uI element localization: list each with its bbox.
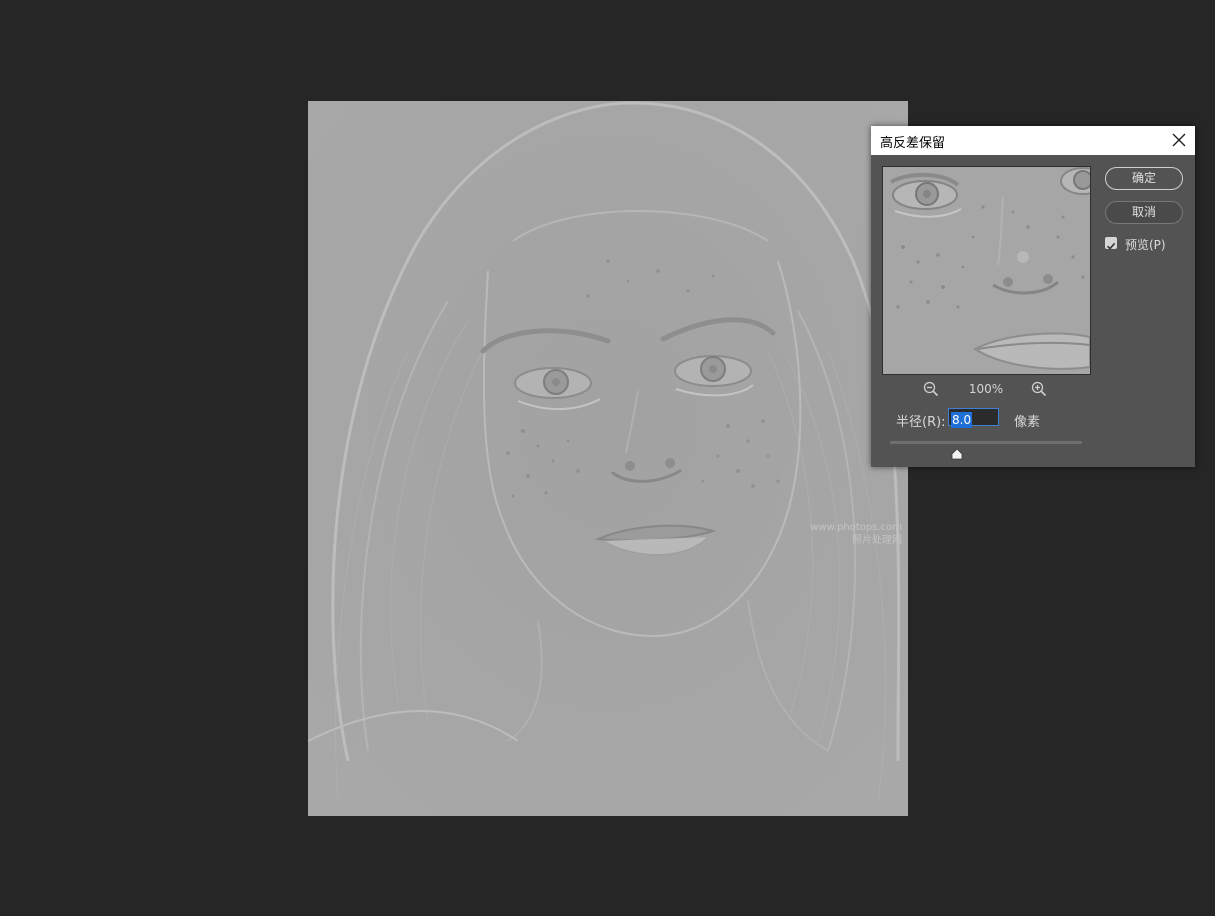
zoom-in-icon bbox=[1031, 381, 1047, 397]
checkmark-icon bbox=[1106, 242, 1116, 250]
zoom-in-button[interactable] bbox=[1031, 381, 1047, 397]
preview-label: 预览(P) bbox=[1125, 238, 1166, 252]
close-button[interactable] bbox=[1170, 131, 1188, 149]
radius-slider-track[interactable] bbox=[890, 441, 1082, 444]
preview-checkbox[interactable] bbox=[1105, 237, 1117, 250]
watermark-line2: 照片处理网 bbox=[852, 535, 902, 546]
radius-input[interactable]: 8.0 bbox=[948, 408, 999, 428]
dialog-titlebar[interactable]: 高反差保留 bbox=[871, 126, 1195, 155]
zoom-out-button[interactable] bbox=[923, 381, 939, 397]
watermark: www.photops.com 照片处理网 bbox=[810, 521, 902, 547]
dialog-title: 高反差保留 bbox=[880, 136, 946, 151]
close-icon bbox=[1172, 133, 1186, 147]
portrait-image bbox=[308, 101, 908, 816]
cancel-button[interactable]: 取消 bbox=[1105, 201, 1183, 224]
zoom-controls: 100% bbox=[882, 379, 1089, 399]
ok-button[interactable]: 确定 bbox=[1105, 167, 1183, 190]
radius-value: 8.0 bbox=[951, 412, 973, 428]
radius-label: 半径(R): bbox=[896, 415, 946, 430]
slider-thumb-icon bbox=[951, 448, 963, 460]
zoom-level: 100% bbox=[968, 382, 1004, 396]
high-pass-dialog: 高反差保留 100% 半径(R): 8.0 像素 确定 取消 预览(P) bbox=[871, 126, 1195, 467]
filter-preview[interactable] bbox=[882, 166, 1091, 375]
radius-slider-thumb[interactable] bbox=[951, 445, 963, 460]
watermark-line1: www.photops.com bbox=[810, 522, 902, 533]
photoshop-workspace: www.photops.com 照片处理网 高反差保留 100% 半径(R): … bbox=[0, 0, 1215, 916]
radius-unit: 像素 bbox=[1014, 415, 1041, 430]
document-canvas[interactable]: www.photops.com 照片处理网 bbox=[308, 101, 908, 816]
preview-image bbox=[883, 167, 1090, 374]
zoom-out-icon bbox=[923, 381, 939, 397]
